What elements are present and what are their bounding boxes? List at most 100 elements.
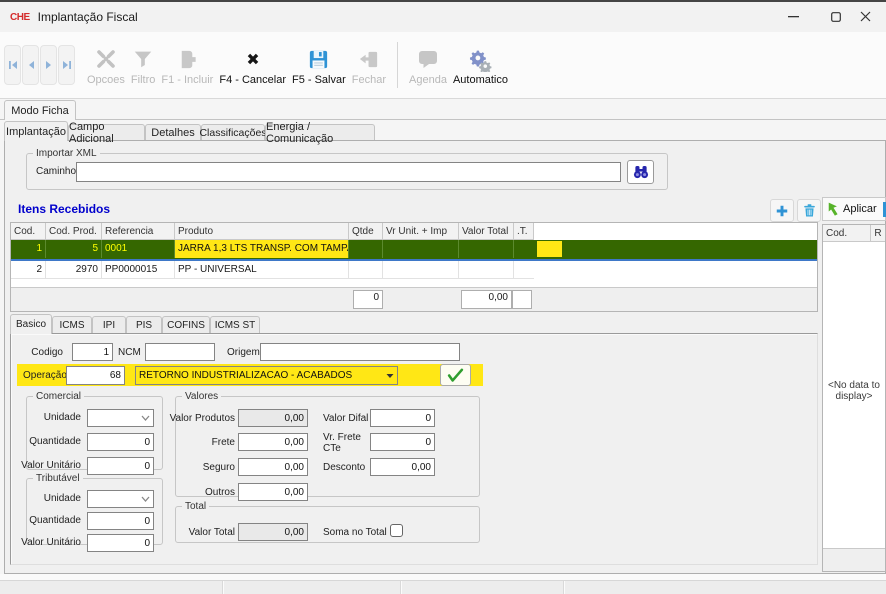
window-title: Implantação Fiscal: [38, 10, 138, 24]
minimize-button[interactable]: [772, 2, 814, 31]
cell-qtde: [349, 240, 383, 258]
col-header-cod[interactable]: Cod.: [11, 223, 46, 240]
vr-frete-cte-label: Vr. Frete CTe: [323, 432, 367, 454]
col-header-vr-unit-imp[interactable]: Vr Unit. + Imp: [383, 223, 459, 240]
soma-no-total-checkbox[interactable]: [390, 524, 403, 537]
toolbar-button-opcoes: Opcoes: [87, 37, 125, 93]
nav-next-icon: [44, 60, 54, 70]
app-logo-icon: CHE: [10, 12, 30, 23]
tributavel-group: Tributável Unidade Quantidade Valor Unit…: [26, 473, 163, 545]
footer-valor-total: 0,00: [461, 290, 512, 309]
delete-item-button[interactable]: [797, 199, 821, 222]
codigo-input[interactable]: [72, 343, 113, 361]
desconto-label: Desconto: [323, 462, 365, 473]
aplicar-button[interactable]: Aplicar: [822, 197, 886, 221]
tab-classificacoes[interactable]: Classificações: [201, 124, 265, 140]
cell-cod-prod: 2970: [46, 261, 102, 279]
toolbar-button-f4-cancelar[interactable]: F4 - Cancelar: [219, 37, 286, 93]
tab-implantacao[interactable]: Implantação: [4, 121, 68, 141]
cell-valor-total: [459, 240, 514, 258]
col-header-valor-total[interactable]: Valor Total: [459, 223, 514, 240]
tab-modo-ficha[interactable]: Modo Ficha: [4, 100, 76, 120]
tab-campo-adicional[interactable]: Campo Adicional: [68, 124, 145, 140]
cell-vr-unit: [383, 261, 459, 279]
unidade-select[interactable]: [87, 409, 154, 427]
cell-produto: PP - UNIVERSAL: [175, 261, 349, 279]
tab-icms-st[interactable]: ICMS ST: [210, 316, 260, 333]
quantidade-tributavel-input[interactable]: [87, 512, 154, 530]
nav-first-icon: [8, 60, 18, 70]
toolbar-button-fechar: Fechar: [352, 37, 386, 93]
vr-frete-cte-input[interactable]: [370, 433, 435, 451]
seguro-input[interactable]: [238, 458, 308, 476]
chevron-down-icon: [141, 496, 150, 502]
col-header-cod[interactable]: Cod.: [823, 225, 871, 242]
caminho-label: Caminho: [36, 166, 76, 177]
cell-cod: 1: [11, 240, 46, 258]
tab-cofins[interactable]: COFINS: [162, 316, 210, 333]
tab-detalhes[interactable]: Detalhes: [145, 124, 201, 140]
valor-total-label: Valor Total: [158, 527, 235, 538]
trash-icon: [802, 203, 817, 218]
col-header-referencia[interactable]: Referencia: [102, 223, 175, 240]
nav-previous-button[interactable]: [22, 45, 39, 85]
exit-door-icon: [357, 48, 380, 71]
check-icon: [447, 368, 464, 383]
col-header-qtde[interactable]: Qtde: [349, 223, 383, 240]
cell-vr-unit: [383, 240, 459, 258]
toolbar-button-f5-salvar[interactable]: F5 - Salvar: [292, 37, 346, 93]
table-row-selected[interactable]: 1 5 0001 JARRA 1,3 LTS TRANSP. COM TAMPA…: [11, 240, 817, 261]
grid-footer: 0 0,00: [11, 287, 817, 311]
browse-xml-button[interactable]: [627, 160, 654, 184]
nav-next-button[interactable]: [40, 45, 57, 85]
caminho-input[interactable]: [76, 162, 621, 182]
footer-qtde-total: 0: [353, 290, 383, 309]
confirm-operacao-button[interactable]: [440, 364, 471, 386]
origem-input[interactable]: [260, 343, 460, 361]
tab-basico[interactable]: Basico: [10, 314, 52, 334]
codigo-label: Codigo: [20, 347, 63, 358]
cell-cod: 2: [11, 261, 46, 279]
valor-difal-label: Valor Difal: [323, 413, 368, 424]
operacao-select[interactable]: RETORNO INDUSTRIALIZACAO - ACABADOS: [135, 366, 398, 385]
col-header-t[interactable]: .T.: [514, 223, 534, 240]
outros-label: Outros: [158, 487, 235, 498]
grid-header-row: Cod. Cod. Prod. Referencia Produto Qtde …: [11, 223, 817, 240]
quantidade-label: Quantidade: [19, 515, 81, 526]
nav-last-icon: [62, 60, 72, 70]
seguro-label: Seguro: [158, 462, 235, 473]
toolbar-button-filtro: Filtro: [131, 37, 155, 93]
tab-pis[interactable]: PIS: [126, 316, 162, 333]
toolbar-button-automatico[interactable]: Automatico: [453, 37, 508, 93]
operacao-code-input[interactable]: [66, 366, 125, 385]
tab-icms[interactable]: ICMS: [52, 316, 92, 333]
desconto-input[interactable]: [370, 458, 435, 476]
nav-first-button[interactable]: [4, 45, 21, 85]
binoculars-icon: [632, 163, 650, 181]
quantidade-input[interactable]: [87, 433, 154, 451]
valor-difal-input[interactable]: [370, 409, 435, 427]
gears-icon: [468, 47, 493, 72]
frete-input[interactable]: [238, 433, 308, 451]
nav-last-button[interactable]: [58, 45, 75, 85]
close-icon: [860, 11, 871, 22]
col-header-referencia[interactable]: R: [871, 225, 885, 242]
maximize-icon: [831, 12, 841, 22]
cell-t: [514, 240, 534, 258]
valor-unitario-tributavel-input[interactable]: [87, 534, 154, 552]
implantacao-fiscal-window: CHE Implantação Fiscal Opcoes Filtro F1 …: [0, 0, 886, 594]
tab-ipi[interactable]: IPI: [92, 316, 126, 333]
unidade-tributavel-select[interactable]: [87, 490, 154, 508]
col-header-produto[interactable]: Produto: [175, 223, 349, 240]
aplicar-grid: Cod. R <No data to display>: [822, 224, 886, 572]
chevron-down-icon: [386, 373, 394, 379]
soma-no-total-label: Soma no Total: [323, 527, 387, 538]
save-floppy-icon: [307, 48, 330, 71]
ncm-input[interactable]: [145, 343, 215, 361]
add-item-button[interactable]: [770, 199, 794, 222]
table-row[interactable]: 2 2970 PP0000015 PP - UNIVERSAL: [11, 261, 817, 279]
close-button[interactable]: [845, 2, 886, 31]
tab-energia-comunicacao[interactable]: Energia / Comunicação: [265, 124, 375, 140]
outros-input[interactable]: [238, 483, 308, 501]
col-header-cod-prod[interactable]: Cod. Prod.: [46, 223, 102, 240]
